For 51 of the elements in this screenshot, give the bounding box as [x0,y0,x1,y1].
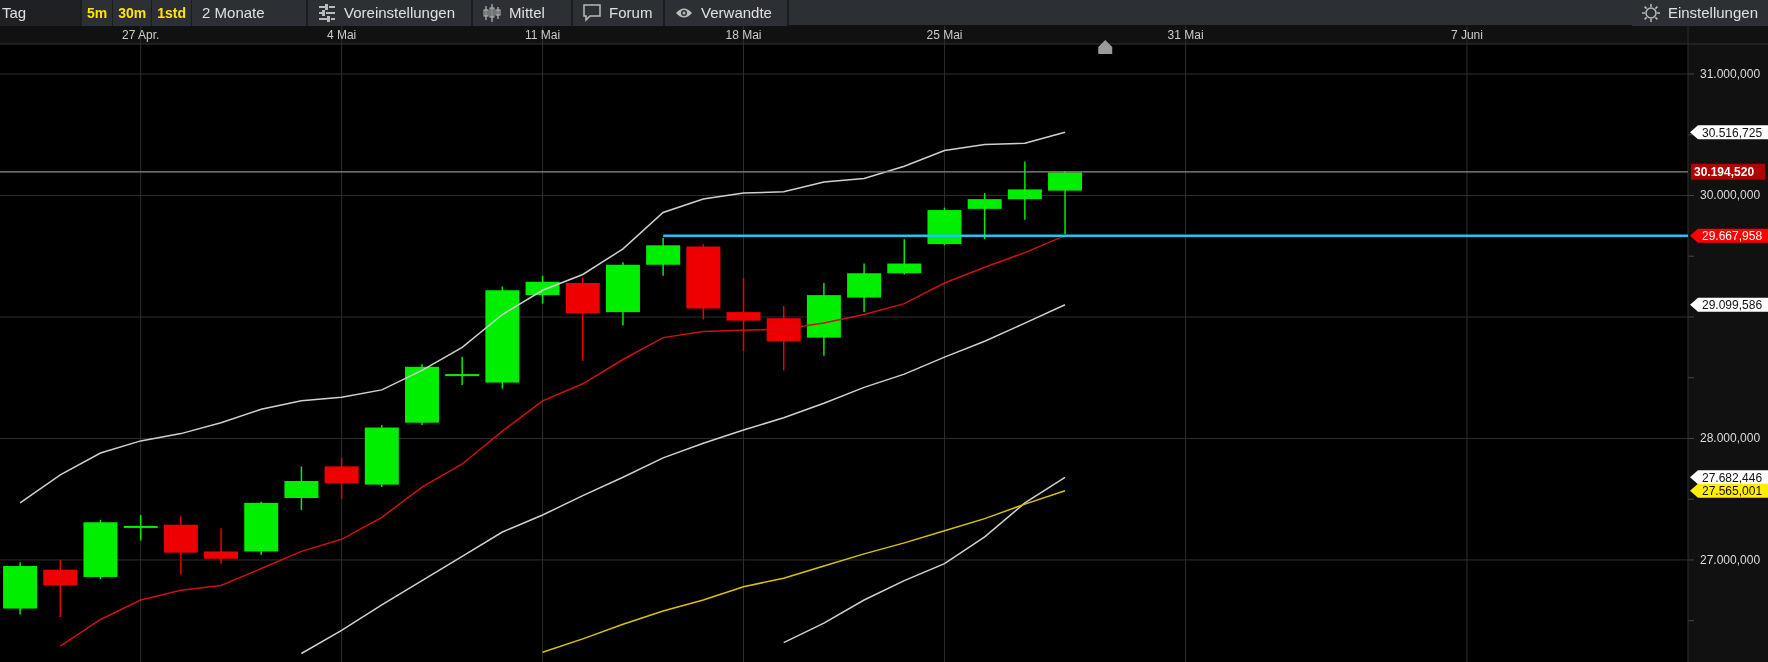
ref-line-label: 30.194,520 [1694,165,1755,180]
candlestick [1048,170,1083,236]
candlestick [43,559,78,618]
candlestick [364,424,399,488]
toolbar-button[interactable]: Verwandte [665,0,790,26]
up-marker-icon [1098,40,1113,54]
candlestick [646,237,681,277]
date-label: 7 Juni [1450,28,1483,42]
price-label: 30.000,000 [1700,188,1761,203]
candles-icon [483,4,502,22]
date-label: 27 Apr. [122,28,160,42]
candlestick [284,465,319,511]
interval-button[interactable]: 30m [113,0,153,26]
candlestick [927,206,962,247]
date-label: 4 Mai [326,28,357,42]
period-selector[interactable]: Tag [0,0,82,26]
candlestick [1007,160,1042,221]
candlestick [163,515,198,576]
candlestick [887,238,922,276]
price-tag: 27.682,446 [1690,470,1768,485]
candlestick [445,356,480,386]
date-label: 31 Mai [1167,28,1204,42]
candlestick [83,519,118,581]
candlestick [244,500,279,556]
sliders-icon [318,4,337,22]
interval-button[interactable]: 1std [152,0,193,26]
date-label: 18 Mai [725,28,762,42]
candlestick [405,363,439,426]
candlestick [525,274,560,305]
toolbar-button[interactable]: Voreinstellungen [308,0,474,26]
ref-line-label: 29.667,958 [1702,229,1763,244]
price-label: 27.000,000 [1700,552,1761,567]
price-label: 31.000,000 [1700,67,1761,81]
toolbar-button[interactable]: Forum [573,0,666,26]
date-label: 25 Mai [926,28,963,42]
price-label: 28.000,000 [1700,431,1761,446]
candlestick [123,514,158,542]
candlestick [324,457,359,500]
toolbar-button[interactable]: Mittel [473,0,574,26]
date-label: 11 Mai [525,28,561,42]
candlestick [204,527,239,565]
price-tag: 30.516,725 [1690,125,1768,140]
speech-bubble-icon [583,4,602,22]
range-selector[interactable]: 2 Monate [192,0,309,26]
candlestick [605,261,640,327]
candlestick [847,262,882,313]
settings-icon [1641,4,1660,22]
candlestick [967,192,1002,240]
interval-button[interactable]: 5m [82,0,114,26]
candlestick [766,305,801,372]
candlestick [3,561,38,616]
